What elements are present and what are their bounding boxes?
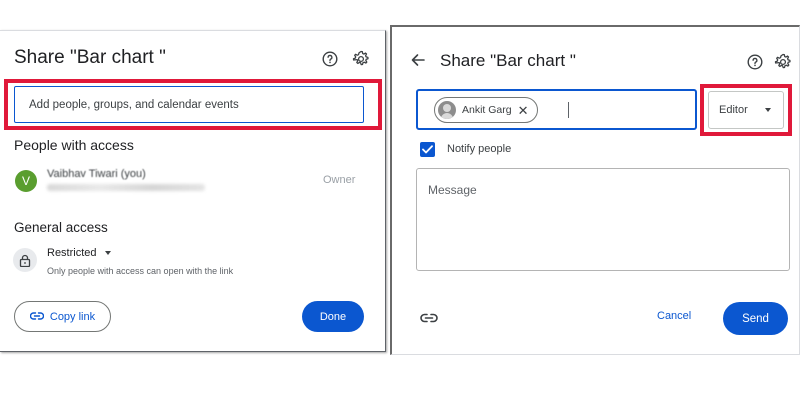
recipient-chip[interactable]: Ankit Garg ✕ [434, 97, 538, 123]
caret-down-icon [104, 251, 111, 255]
share-dialog-initial: Share "Bar chart " People with access V … [0, 30, 386, 352]
add-people-input[interactable] [14, 86, 364, 123]
cancel-button[interactable]: Cancel [657, 310, 691, 322]
access-level-dropdown[interactable]: Restricted [47, 247, 111, 259]
help-icon[interactable] [747, 54, 763, 70]
text-cursor [568, 102, 569, 118]
user-name: Vaibhav Tiwari (you) [47, 168, 146, 180]
notify-people-label: Notify people [447, 143, 512, 155]
close-icon[interactable]: ✕ [518, 104, 529, 117]
lock-icon [13, 248, 37, 272]
link-icon[interactable] [420, 310, 438, 328]
recipient-name: Ankit Garg [462, 104, 512, 116]
dialog-title: Share "Bar chart " [14, 47, 166, 68]
dialog-title: Share "Bar chart " [440, 51, 576, 70]
gear-icon[interactable] [352, 50, 370, 68]
done-button[interactable]: Done [302, 301, 364, 332]
share-dialog-invite: Share "Bar chart " Ankit Garg ✕ Editor N… [390, 25, 800, 355]
copy-link-button[interactable]: Copy link [14, 301, 111, 332]
access-description: Only people with access can open with th… [47, 266, 234, 276]
link-icon [29, 311, 44, 323]
avatar: V [15, 170, 37, 192]
send-button[interactable]: Send [723, 302, 788, 335]
owner-label: Owner [323, 174, 356, 186]
role-select-label: Editor [719, 104, 748, 116]
user-email-redacted [47, 184, 205, 191]
avatar [438, 101, 456, 119]
copy-link-label: Copy link [49, 310, 96, 323]
role-select[interactable]: Editor [708, 91, 784, 129]
arrow-left-icon[interactable] [410, 52, 426, 68]
notify-people-checkbox[interactable] [420, 142, 435, 157]
gear-icon[interactable] [774, 53, 792, 71]
people-with-access-heading: People with access [14, 137, 134, 153]
general-access-heading: General access [14, 220, 108, 235]
message-field[interactable] [416, 168, 790, 271]
recipient-input[interactable]: Ankit Garg ✕ [416, 89, 697, 130]
help-icon[interactable] [322, 51, 338, 67]
access-level-label: Restricted [47, 247, 97, 259]
caret-down-icon [765, 108, 771, 112]
